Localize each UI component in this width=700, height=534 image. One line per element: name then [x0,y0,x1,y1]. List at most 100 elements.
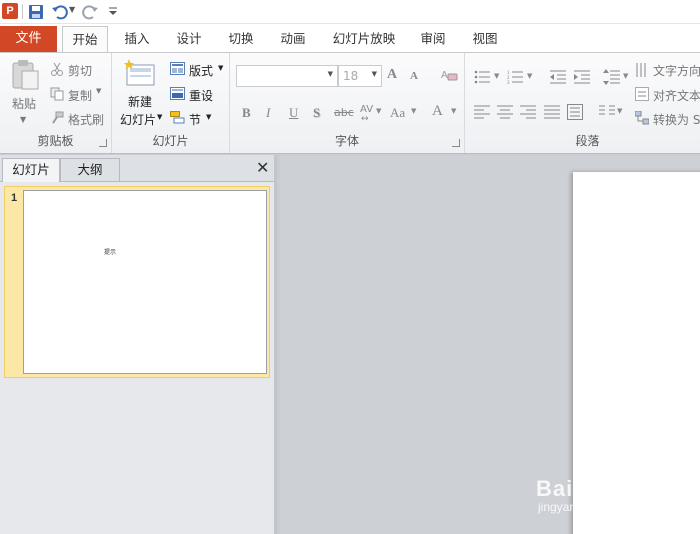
paste-dropdown-icon[interactable]: ▼ [20,115,26,124]
clipboard-group: 粘贴 ▼ 剪切 复制 ▼ 格式刷 剪贴板 [0,53,112,153]
tab-view[interactable]: 视图 [464,26,506,52]
slides-group: 新建 幻灯片 ▼ 版式 ▼ 重设 节 ▼ 幻灯片 [112,53,230,153]
font-group: ▼ 18 ▼ A A A B I U S abc AV ↔ ▼ Aa ▼ A ▼… [230,53,465,153]
decrease-indent-icon[interactable] [549,70,567,84]
tab-file[interactable]: 文件 [0,26,57,52]
paragraph-group: ▼ 123 ▼ ▼ 文字方向 对齐文本 转换为 S ▼ 段落 [465,53,700,153]
font-launcher-icon[interactable] [452,139,460,147]
font-size-combobox[interactable]: 18 ▼ [338,65,382,87]
tab-insert[interactable]: 插入 [116,26,158,52]
layout-button[interactable]: 版式 [189,62,213,79]
redo-icon[interactable] [82,3,100,21]
reset-button[interactable]: 重设 [189,87,213,104]
underline-button[interactable]: U [289,105,298,121]
font-color-dropdown-icon[interactable]: ▼ [451,107,456,115]
justify-icon[interactable] [544,105,560,119]
close-pane-icon[interactable]: ✕ [256,158,269,177]
numbering-icon[interactable]: 123 [507,70,525,84]
tab-outline[interactable]: 大纲 [60,158,120,182]
align-center-icon[interactable] [497,105,513,119]
font-size-dropdown-icon[interactable]: ▼ [372,70,377,78]
bullets-dropdown-icon[interactable]: ▼ [494,72,499,80]
paste-icon[interactable] [10,59,40,91]
numbering-dropdown-icon[interactable]: ▼ [527,72,532,80]
grow-font-button[interactable]: A [387,67,397,83]
qat-separator [22,4,23,19]
distribute-icon[interactable] [567,104,583,120]
tab-transitions[interactable]: 切换 [220,26,262,52]
convert-smartart-button[interactable]: 转换为 S [653,111,700,128]
align-text-icon [635,87,649,101]
slide-number: 1 [11,192,18,204]
scissors-icon [51,62,63,76]
line-spacing-dropdown-icon[interactable]: ▼ [623,72,628,80]
bold-button[interactable]: B [242,105,251,121]
columns-icon[interactable] [599,105,615,119]
increase-indent-icon[interactable] [573,70,591,84]
customize-qat-icon[interactable] [104,3,122,21]
watermark-brand: Baidu 经验 [536,476,656,501]
clipboard-group-label: 剪贴板 [37,134,74,148]
powerpoint-logo-icon[interactable]: P [2,3,18,19]
tab-slideshow[interactable]: 幻灯片放映 [326,26,402,52]
copy-icon [50,87,64,101]
bullets-icon[interactable] [474,70,492,84]
section-dropdown-icon[interactable]: ▼ [206,113,211,121]
tab-animations[interactable]: 动画 [272,26,314,52]
columns-dropdown-icon[interactable]: ▼ [617,107,622,115]
clear-formatting-icon[interactable]: A [440,67,458,83]
italic-button[interactable]: I [266,105,270,121]
smartart-icon [635,111,649,125]
slide-thumbnail[interactable]: 提示 [23,190,267,374]
reset-icon [170,87,185,100]
clipboard-launcher-icon[interactable] [99,139,107,147]
cut-button[interactable]: 剪切 [68,62,92,79]
align-text-button[interactable]: 对齐文本 [653,87,700,104]
copy-dropdown-icon[interactable]: ▼ [96,87,101,95]
section-button[interactable]: 节 [189,111,201,128]
new-slide-label-1[interactable]: 新建 [128,93,152,110]
copy-button[interactable]: 复制 [68,87,92,104]
svg-text:3: 3 [507,80,510,84]
line-spacing-icon[interactable] [603,69,621,85]
align-left-icon[interactable] [474,105,490,119]
new-slide-dropdown-icon[interactable]: ▼ [157,113,162,121]
tab-design[interactable]: 设计 [168,26,210,52]
undo-dropdown-icon[interactable]: ▼ [69,5,75,14]
slide-thumbnail-text: 提示 [104,249,117,256]
undo-icon[interactable] [50,3,68,21]
strikethrough-button[interactable]: abc [334,106,354,119]
slide-thumbnail-selected[interactable]: 1 提示 [4,186,270,378]
new-slide-icon[interactable] [124,59,156,87]
font-group-label: 字体 [334,134,359,148]
save-icon[interactable] [27,3,45,21]
tab-slides[interactable]: 幻灯片 [2,158,60,182]
text-direction-button[interactable]: 文字方向 [653,62,700,79]
spacing-arrow-icon: ↔ [361,114,369,124]
ribbon: 粘贴 ▼ 剪切 复制 ▼ 格式刷 剪贴板 新建 幻灯片 ▼ 版式 ▼ 重设 节 … [0,52,700,154]
align-right-icon[interactable] [520,105,536,119]
layout-dropdown-icon[interactable]: ▼ [218,64,223,72]
font-size-value: 18 [343,69,359,83]
font-name-combobox[interactable]: ▼ [236,65,338,87]
paste-button[interactable]: 粘贴 [12,95,36,112]
new-slide-button[interactable]: 幻灯片 [120,111,156,128]
format-painter-icon [52,111,64,124]
format-painter-button[interactable]: 格式刷 [68,111,104,128]
slides-pane-tabs: 幻灯片 大纲 ✕ [0,155,274,182]
slides-pane: 幻灯片 大纲 ✕ 1 提示 [0,155,277,534]
font-name-dropdown-icon[interactable]: ▼ [328,70,333,78]
change-case-button[interactable]: Aa [390,105,405,121]
paragraph-group-label: 段落 [575,134,600,148]
shrink-font-button[interactable]: A [410,70,418,82]
shadow-button[interactable]: S [313,105,320,121]
spacing-dropdown-icon[interactable]: ▼ [376,107,381,115]
case-dropdown-icon[interactable]: ▼ [411,107,416,115]
tab-review[interactable]: 审阅 [412,26,454,52]
ribbon-tab-bar: 文件 开始 插入 设计 切换 动画 幻灯片放映 审阅 视图 [0,24,700,53]
svg-text:A: A [441,70,448,81]
baidu-watermark: Baidu 经验 jingyan.baidu.com [536,458,696,533]
text-direction-icon [636,63,646,77]
tab-home[interactable]: 开始 [62,26,108,53]
font-color-button[interactable]: A [432,103,443,120]
